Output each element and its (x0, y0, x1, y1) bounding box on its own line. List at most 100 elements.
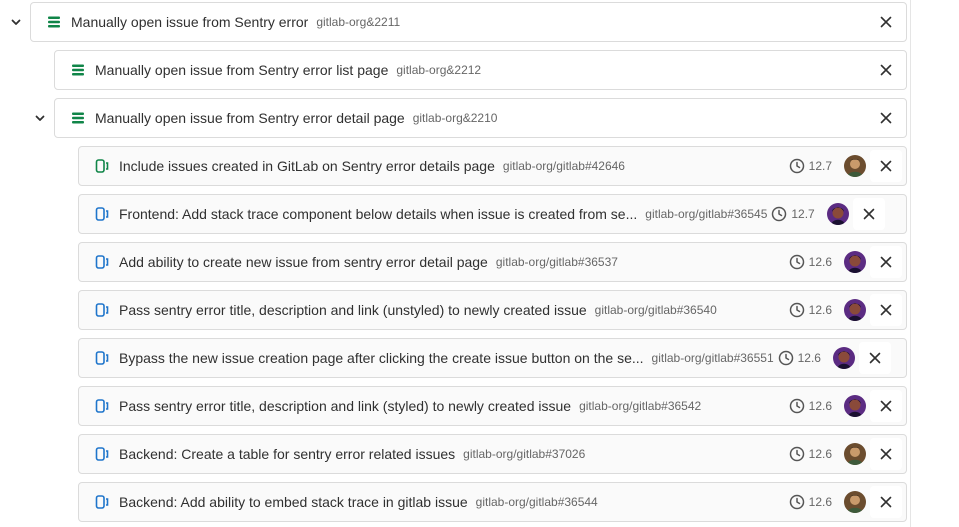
issue-row[interactable]: Include issues created in GitLab on Sent… (78, 146, 907, 186)
clock-icon (789, 302, 804, 318)
close-icon (880, 304, 892, 316)
issue-open-icon (94, 158, 110, 174)
milestone[interactable]: 12.6 (789, 446, 832, 462)
remove-button[interactable] (870, 294, 902, 326)
epic-icon (70, 62, 86, 78)
milestone[interactable]: 12.6 (789, 302, 832, 318)
issue-reference: gitlab-org/gitlab#36540 (594, 303, 717, 317)
chevron-down-icon (11, 19, 21, 25)
remove-button[interactable] (870, 438, 902, 470)
milestone[interactable]: 12.7 (771, 206, 815, 222)
close-icon (880, 256, 892, 268)
close-icon (880, 400, 892, 412)
milestone-label: 12.6 (808, 495, 832, 509)
issue-row[interactable]: Bypass the new issue creation page after… (78, 338, 907, 378)
chevron-down-icon (35, 115, 45, 121)
assignee-avatar[interactable] (844, 491, 866, 513)
issue-title[interactable]: Backend: Create a table for sentry error… (119, 446, 455, 462)
remove-button[interactable] (870, 102, 902, 134)
assignee-avatar[interactable] (844, 395, 866, 417)
issue-closed-icon (94, 446, 110, 462)
remove-button[interactable] (870, 150, 902, 182)
divider (910, 0, 911, 527)
close-icon (880, 448, 892, 460)
issue-row[interactable]: Backend: Add ability to embed stack trac… (78, 482, 907, 522)
close-icon (880, 496, 892, 508)
issue-title[interactable]: Pass sentry error title, description and… (119, 398, 571, 414)
remove-button[interactable] (858, 342, 891, 374)
issue-closed-icon (94, 494, 110, 510)
clock-icon (789, 158, 804, 174)
issue-title[interactable]: Include issues created in GitLab on Sent… (119, 158, 495, 174)
milestone-label: 12.6 (808, 303, 832, 317)
related-items-tree: Manually open issue from Sentry error gi… (0, 0, 959, 527)
collapse-toggle[interactable] (8, 14, 24, 30)
assignee-avatar[interactable] (826, 203, 849, 225)
milestone[interactable]: 12.7 (789, 158, 832, 174)
remove-button[interactable] (852, 198, 885, 230)
milestone-label: 12.6 (808, 399, 832, 413)
close-icon (880, 16, 892, 28)
milestone-label: 12.6 (797, 351, 821, 365)
epic-row[interactable]: Manually open issue from Sentry error li… (54, 50, 907, 90)
issue-closed-icon (94, 398, 110, 414)
milestone[interactable]: 12.6 (789, 254, 832, 270)
issue-reference: gitlab-org/gitlab#42646 (502, 159, 625, 173)
milestone[interactable]: 12.6 (789, 398, 832, 414)
issue-row[interactable]: Pass sentry error title, description and… (78, 290, 907, 330)
milestone-label: 12.7 (808, 159, 832, 173)
issue-title[interactable]: Frontend: Add stack trace component belo… (119, 206, 637, 222)
remove-button[interactable] (870, 6, 902, 38)
epic-title[interactable]: Manually open issue from Sentry error de… (95, 110, 405, 126)
close-icon (880, 160, 892, 172)
close-icon (863, 208, 875, 220)
issue-closed-icon (94, 302, 110, 318)
milestone[interactable]: 12.6 (778, 350, 821, 366)
epic-reference: gitlab-org&2210 (412, 111, 498, 125)
epic-reference: gitlab-org&2212 (396, 63, 482, 77)
issue-reference: gitlab-org/gitlab#36545 (645, 207, 768, 221)
assignee-avatar[interactable] (844, 299, 866, 321)
remove-button[interactable] (870, 486, 902, 518)
issue-reference: gitlab-org/gitlab#36544 (475, 495, 598, 509)
clock-icon (772, 206, 787, 222)
issue-title[interactable]: Add ability to create new issue from sen… (119, 254, 488, 270)
issue-row[interactable]: Frontend: Add stack trace component belo… (78, 194, 907, 234)
collapse-toggle[interactable] (32, 110, 48, 126)
issue-row[interactable]: Add ability to create new issue from sen… (78, 242, 907, 282)
issue-title[interactable]: Bypass the new issue creation page after… (119, 350, 644, 366)
epic-title[interactable]: Manually open issue from Sentry error (71, 14, 308, 30)
close-icon (869, 352, 881, 364)
epic-icon (46, 14, 62, 30)
epic-row[interactable]: Manually open issue from Sentry error gi… (30, 2, 907, 42)
remove-button[interactable] (870, 246, 902, 278)
remove-button[interactable] (870, 54, 902, 86)
remove-button[interactable] (870, 390, 902, 422)
issue-title[interactable]: Backend: Add ability to embed stack trac… (119, 494, 468, 510)
issue-closed-icon (94, 350, 110, 366)
assignee-avatar[interactable] (844, 443, 866, 465)
issue-reference: gitlab-org/gitlab#36542 (579, 399, 702, 413)
issue-row[interactable]: Backend: Create a table for sentry error… (78, 434, 907, 474)
milestone[interactable]: 12.6 (789, 494, 832, 510)
epic-reference: gitlab-org&2211 (316, 15, 401, 29)
issue-reference: gitlab-org/gitlab#37026 (463, 447, 586, 461)
epic-row[interactable]: Manually open issue from Sentry error de… (54, 98, 907, 138)
issue-reference: gitlab-org/gitlab#36551 (651, 351, 774, 365)
clock-icon (778, 350, 793, 366)
assignee-avatar[interactable] (832, 347, 855, 369)
assignee-avatar[interactable] (844, 155, 866, 177)
epic-icon (70, 110, 86, 126)
close-icon (880, 64, 892, 76)
assignee-avatar[interactable] (844, 251, 866, 273)
issue-reference: gitlab-org/gitlab#36537 (495, 255, 618, 269)
clock-icon (789, 446, 804, 462)
issue-row[interactable]: Pass sentry error title, description and… (78, 386, 907, 426)
epic-title[interactable]: Manually open issue from Sentry error li… (95, 62, 388, 78)
issue-closed-icon (94, 254, 110, 270)
milestone-label: 12.6 (808, 255, 832, 269)
clock-icon (789, 494, 804, 510)
issue-closed-icon (94, 206, 110, 222)
clock-icon (789, 398, 804, 414)
issue-title[interactable]: Pass sentry error title, description and… (119, 302, 587, 318)
